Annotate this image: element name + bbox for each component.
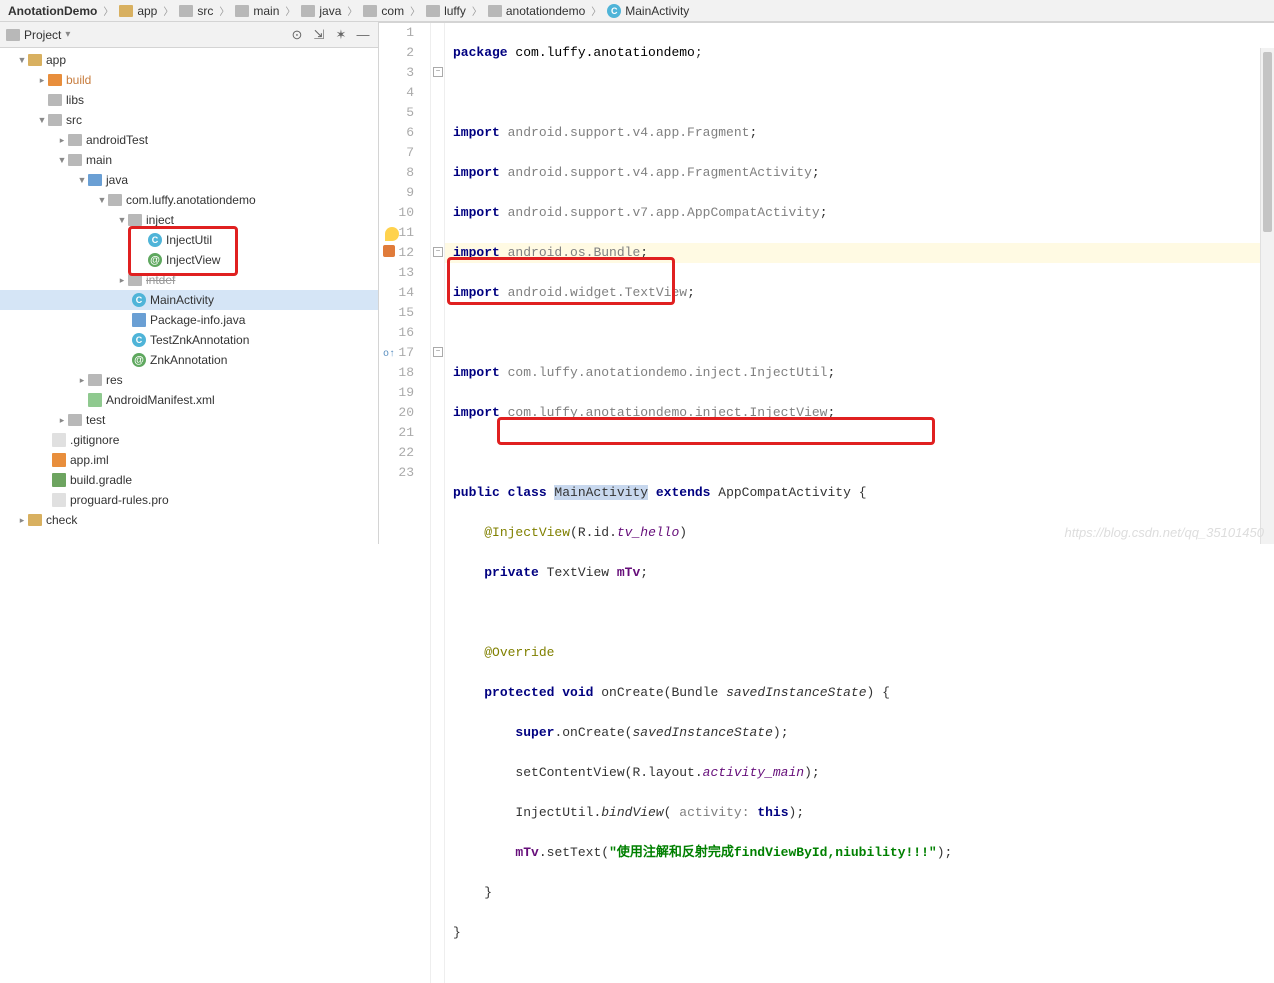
project-panel-header: Project ▾ ⊙ ⇲ ✶ — <box>0 22 378 48</box>
tree-node-injectutil[interactable]: CInjectUtil <box>0 230 378 250</box>
override-gutter-icon[interactable] <box>383 245 395 257</box>
tree-node-testznk[interactable]: CTestZnkAnnotation <box>0 330 378 350</box>
crumb-main[interactable]: main <box>231 4 283 18</box>
watermark: https://blog.csdn.net/qq_35101450 <box>1065 525 1265 540</box>
expand-icon[interactable]: ⇲ <box>310 26 328 44</box>
editor-area: CLuffyProcessor.java× CTest.java× CInjec… <box>378 22 1274 544</box>
hide-icon[interactable]: — <box>354 26 372 44</box>
vertical-scrollbar[interactable] <box>1260 48 1274 544</box>
tree-node-test[interactable]: ▸test <box>0 410 378 430</box>
tree-node-intdef[interactable]: ▸intdef <box>0 270 378 290</box>
tree-node-res[interactable]: ▸res <box>0 370 378 390</box>
tree-node-znkann[interactable]: @ZnkAnnotation <box>0 350 378 370</box>
crumb-pkg[interactable]: anotationdemo <box>484 4 589 18</box>
crumb-src[interactable]: src <box>175 4 217 18</box>
intention-bulb-icon[interactable] <box>385 227 399 241</box>
tree-node-java[interactable]: ▼java <box>0 170 378 190</box>
tree-node-packageinfo[interactable]: Package-info.java <box>0 310 378 330</box>
breadcrumb: AnotationDemo〉 app〉 src〉 main〉 java〉 com… <box>0 0 1274 22</box>
fold-column[interactable]: − − − <box>431 23 445 983</box>
tree-node-androidtest[interactable]: ▸androidTest <box>0 130 378 150</box>
tree-node-build[interactable]: ▸build <box>0 70 378 90</box>
project-panel-title: Project <box>24 28 61 42</box>
crumb-com[interactable]: com <box>359 4 408 18</box>
project-sidebar: Project ▾ ⊙ ⇲ ✶ — ▼app ▸build libs ▼src … <box>0 22 378 544</box>
project-icon <box>6 29 20 41</box>
tree-node-manifest[interactable]: AndroidManifest.xml <box>0 390 378 410</box>
collapse-icon[interactable]: ⊙ <box>288 26 306 44</box>
tree-node-proguard[interactable]: proguard-rules.pro <box>0 490 378 510</box>
tree-node-gitignore[interactable]: .gitignore <box>0 430 378 450</box>
fold-icon[interactable]: − <box>433 347 443 357</box>
tree-node-src[interactable]: ▼src <box>0 110 378 130</box>
settings-icon[interactable]: ✶ <box>332 26 350 44</box>
tree-node-mainactivity[interactable]: CMainActivity <box>0 290 378 310</box>
code-content[interactable]: package com.luffy.anotationdemo; import … <box>445 23 952 983</box>
crumb-root[interactable]: AnotationDemo <box>4 4 101 18</box>
crumb-class[interactable]: CMainActivity <box>603 4 693 18</box>
tree-node-buildgradle[interactable]: build.gradle <box>0 470 378 490</box>
crumb-luffy[interactable]: luffy <box>422 4 470 18</box>
tree-node-injectview[interactable]: @InjectView <box>0 250 378 270</box>
scrollbar-thumb[interactable] <box>1263 52 1272 232</box>
override-gutter-icon[interactable]: o↑ <box>383 345 395 365</box>
fold-icon[interactable]: − <box>433 67 443 77</box>
fold-icon[interactable]: − <box>433 247 443 257</box>
tree-node-inject[interactable]: ▼inject <box>0 210 378 230</box>
crumb-java[interactable]: java <box>297 4 345 18</box>
tree-node-app[interactable]: ▼app <box>0 50 378 70</box>
code-editor[interactable]: 1234567891011121314151617181920212223 o↑… <box>379 23 1274 983</box>
tree-node-check[interactable]: ▸check <box>0 510 378 530</box>
line-gutter: 1234567891011121314151617181920212223 o↑ <box>379 23 431 983</box>
tree-node-appiml[interactable]: app.iml <box>0 450 378 470</box>
project-tree[interactable]: ▼app ▸build libs ▼src ▸androidTest ▼main… <box>0 48 378 544</box>
tree-node-package[interactable]: ▼com.luffy.anotationdemo <box>0 190 378 210</box>
tree-node-main[interactable]: ▼main <box>0 150 378 170</box>
crumb-app[interactable]: app <box>115 4 161 18</box>
tree-node-libs[interactable]: libs <box>0 90 378 110</box>
